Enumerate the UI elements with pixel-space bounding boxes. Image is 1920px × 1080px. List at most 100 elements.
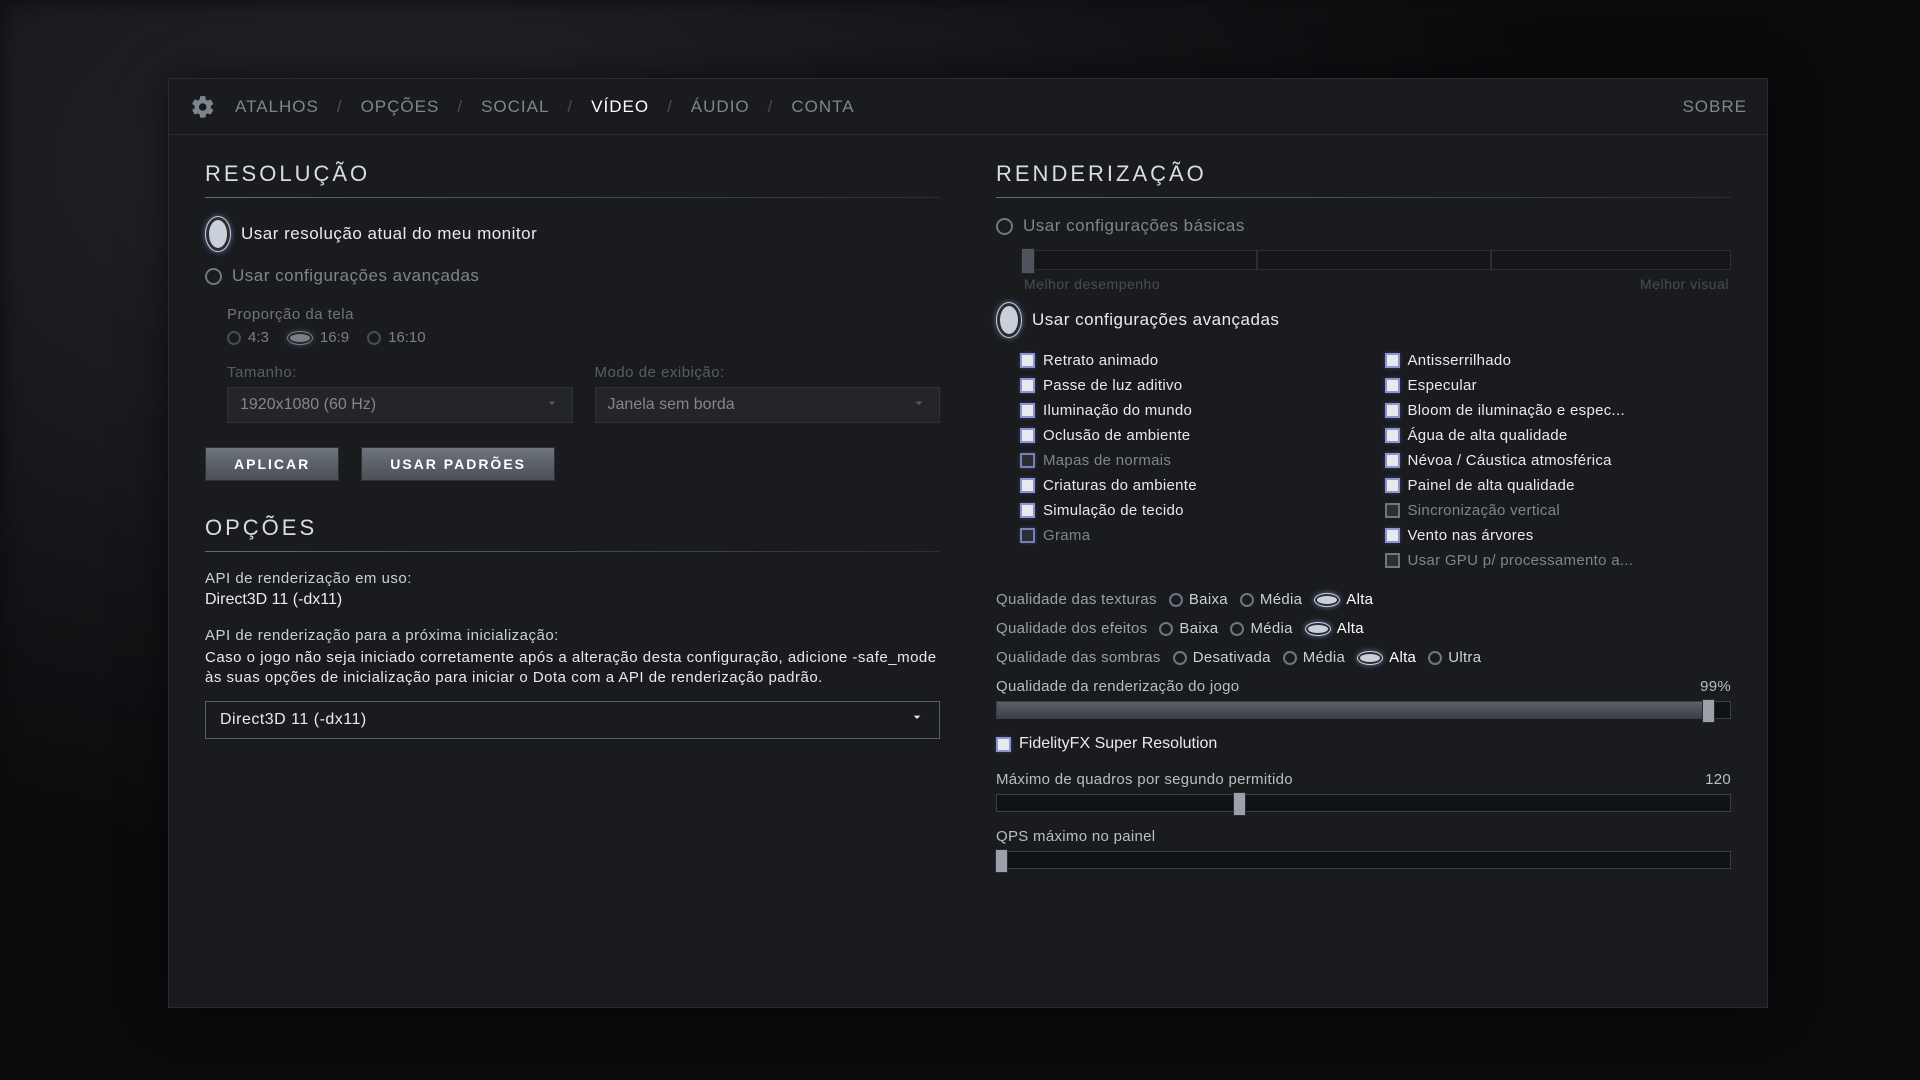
api-next-label: API de renderização para a próxima inici… — [205, 627, 940, 644]
checkbox-icon — [1385, 378, 1400, 393]
checkbox-option[interactable]: Grama — [1020, 527, 1367, 544]
quality-sh-option[interactable]: Desativada — [1173, 649, 1271, 666]
radio-use-advanced-resolution[interactable]: Usar configurações avançadas — [205, 266, 940, 286]
radio-icon — [1159, 622, 1173, 636]
checkbox-option[interactable]: Oclusão de ambiente — [1020, 427, 1367, 444]
rendering-heading: RENDERIZAÇÃO — [996, 161, 1731, 187]
checkbox-option[interactable]: Antisserrilhado — [1385, 352, 1732, 369]
radio-icon — [996, 218, 1013, 235]
slider-thumb[interactable] — [1021, 248, 1035, 274]
radio-icon — [1173, 651, 1187, 665]
quality-fx-option[interactable]: Alta — [1305, 620, 1364, 637]
tab-social[interactable]: SOCIAL — [481, 97, 549, 117]
checkbox-option[interactable]: Simulação de tecido — [1020, 502, 1367, 519]
checkbox-icon — [1020, 528, 1035, 543]
chevron-down-icon — [544, 395, 560, 416]
quality-sh-option[interactable]: Média — [1283, 649, 1345, 666]
resolution-heading: RESOLUÇÃO — [205, 161, 940, 187]
checkbox-option[interactable]: Retrato animado — [1020, 352, 1367, 369]
display-mode-select[interactable]: Janela sem borda — [595, 387, 941, 423]
radio-use-monitor-resolution[interactable]: Usar resolução atual do meu monitor — [205, 216, 940, 252]
checkbox-icon — [1385, 503, 1400, 518]
checkbox-option[interactable]: Especular — [1385, 377, 1732, 394]
max-fps-slider[interactable] — [996, 794, 1731, 812]
checkbox-option[interactable]: Bloom de iluminação e espec... — [1385, 402, 1732, 419]
aspect-16-9[interactable]: 16:9 — [287, 329, 349, 346]
checkbox-option[interactable]: Passe de luz aditivo — [1020, 377, 1367, 394]
render-quality-label: Qualidade da renderização do jogo — [996, 678, 1239, 695]
apply-button[interactable]: APLICAR — [205, 447, 339, 481]
radio-icon — [1169, 593, 1183, 607]
tab-atalhos[interactable]: ATALHOS — [235, 97, 319, 117]
radio-icon — [1283, 651, 1297, 665]
render-quality-value: 99% — [1700, 678, 1731, 695]
checkbox-option[interactable]: Iluminação do mundo — [1020, 402, 1367, 419]
quality-sh-row: Qualidade das sombrasDesativadaMédiaAlta… — [996, 649, 1731, 666]
quality-tex-option[interactable]: Média — [1240, 591, 1302, 608]
checkbox-icon — [1385, 528, 1400, 543]
aspect-16-10[interactable]: 16:10 — [367, 329, 426, 346]
checkbox-icon — [1020, 478, 1035, 493]
render-api-select[interactable]: Direct3D 11 (-dx11) — [205, 701, 940, 739]
api-in-use-value: Direct3D 11 (-dx11) — [205, 591, 940, 609]
checkbox-icon — [1385, 553, 1400, 568]
checkbox-icon — [1385, 353, 1400, 368]
tab-sobre[interactable]: SOBRE — [1682, 97, 1747, 117]
chevron-down-icon — [909, 709, 925, 730]
slider-low-label: Melhor desempenho — [1024, 276, 1160, 292]
aspect-4-3[interactable]: 4:3 — [227, 329, 269, 346]
radio-icon — [205, 216, 231, 252]
left-column: RESOLUÇÃO Usar resolução atual do meu mo… — [205, 161, 940, 987]
checkbox-icon — [1020, 403, 1035, 418]
use-defaults-button[interactable]: USAR PADRÕES — [361, 447, 555, 481]
fidelityfx-checkbox[interactable]: FidelityFX Super Resolution — [996, 735, 1731, 753]
slider-thumb[interactable] — [1702, 699, 1715, 723]
checkbox-option[interactable]: Painel de alta qualidade — [1385, 477, 1732, 494]
quality-fx-option[interactable]: Baixa — [1159, 620, 1218, 637]
checkbox-icon — [1385, 453, 1400, 468]
radio-advanced-settings[interactable]: Usar configurações avançadas — [996, 302, 1731, 338]
quality-tex-row: Qualidade das texturasBaixaMédiaAlta — [996, 591, 1731, 608]
checkbox-option[interactable]: Usar GPU p/ processamento a... — [1385, 552, 1732, 569]
render-quality-slider[interactable] — [996, 701, 1731, 719]
settings-panel: ATALHOS/ OPÇÕES/ SOCIAL/ VÍDEO/ ÁUDIO/ C… — [168, 78, 1768, 1008]
advanced-checkbox-grid: Retrato animado Antisserrilhado Passe de l… — [1020, 352, 1731, 569]
slider-thumb[interactable] — [995, 849, 1008, 873]
quality-tex-option[interactable]: Alta — [1314, 591, 1373, 608]
checkbox-option[interactable]: Névoa / Cáustica atmosférica — [1385, 452, 1732, 469]
checkbox-option[interactable]: Criaturas do ambiente — [1020, 477, 1367, 494]
tab-video[interactable]: VÍDEO — [591, 97, 649, 117]
tab-audio[interactable]: ÁUDIO — [691, 97, 750, 117]
max-fps-value: 120 — [1705, 771, 1731, 788]
slider-thumb[interactable] — [1233, 792, 1246, 816]
radio-icon — [1357, 651, 1383, 665]
api-in-use-label: API de renderização em uso: — [205, 570, 940, 587]
checkbox-option[interactable]: Sincronização vertical — [1385, 502, 1732, 519]
checkbox-option[interactable]: Água de alta qualidade — [1385, 427, 1732, 444]
quality-fx-option[interactable]: Média — [1230, 620, 1292, 637]
api-next-description: Caso o jogo não seja iniciado corretamen… — [205, 648, 940, 689]
checkbox-icon — [1385, 428, 1400, 443]
settings-tabbar: ATALHOS/ OPÇÕES/ SOCIAL/ VÍDEO/ ÁUDIO/ C… — [169, 79, 1767, 135]
checkbox-icon — [1020, 453, 1035, 468]
checkbox-option[interactable]: Mapas de normais — [1020, 452, 1367, 469]
resolution-size-select[interactable]: 1920x1080 (60 Hz) — [227, 387, 573, 423]
radio-icon — [1314, 593, 1340, 607]
checkbox-option[interactable]: Vento nas árvores — [1385, 527, 1732, 544]
aspect-ratio-label: Proporção da tela — [227, 306, 940, 323]
quality-sh-option[interactable]: Alta — [1357, 649, 1416, 666]
quality-tex-option[interactable]: Baixa — [1169, 591, 1228, 608]
checkbox-icon — [1020, 428, 1035, 443]
right-column: RENDERIZAÇÃO Usar configurações básicas … — [996, 161, 1731, 987]
quality-sh-option[interactable]: Ultra — [1428, 649, 1481, 666]
radio-basic-settings[interactable]: Usar configurações básicas — [996, 216, 1731, 236]
radio-icon — [1240, 593, 1254, 607]
checkbox-icon — [996, 737, 1011, 752]
tab-conta[interactable]: CONTA — [791, 97, 854, 117]
slider-high-label: Melhor visual — [1640, 276, 1729, 292]
panel-qps-slider[interactable] — [996, 851, 1731, 869]
radio-icon — [1305, 622, 1331, 636]
quality-slider[interactable] — [1022, 250, 1731, 270]
tab-opcoes[interactable]: OPÇÕES — [361, 97, 440, 117]
checkbox-icon — [1020, 503, 1035, 518]
